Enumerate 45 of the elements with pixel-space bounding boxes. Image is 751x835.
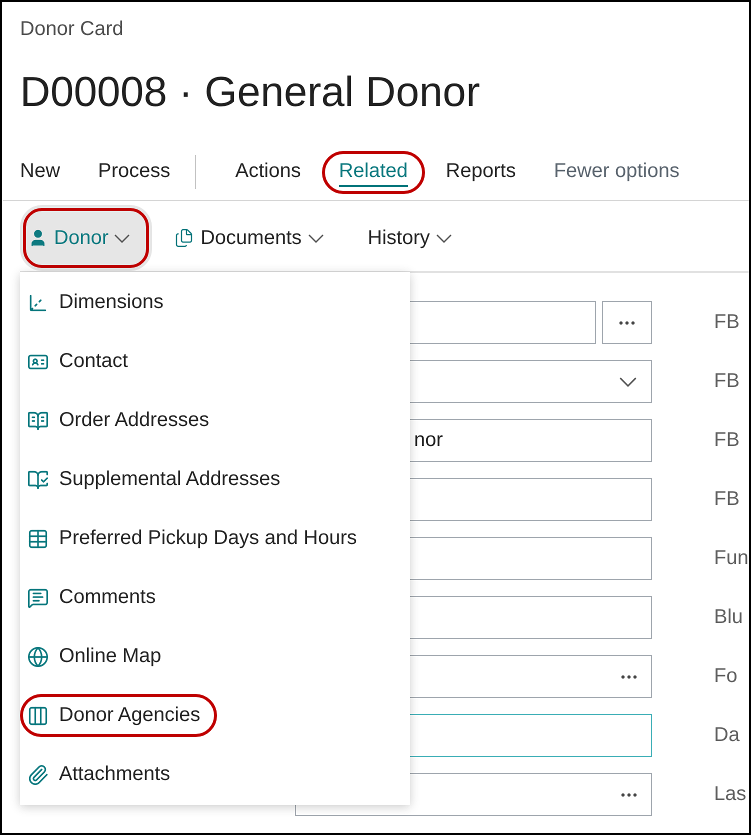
menu-item[interactable]: Supplemental Addresses <box>20 458 298 501</box>
lookup-button[interactable] <box>602 301 652 344</box>
chevron-down-icon <box>436 234 452 242</box>
more-icon[interactable] <box>621 674 637 678</box>
menu-button[interactable]: History <box>368 205 474 271</box>
menu-item[interactable]: Order Addresses <box>20 399 226 442</box>
breadcrumb: Donor Card <box>20 18 124 42</box>
comment-icon <box>27 586 49 608</box>
documents-icon <box>174 228 194 248</box>
book-icon <box>27 468 49 490</box>
menu-item[interactable]: Preferred Pickup Days and Hours <box>20 517 374 560</box>
menu-item[interactable]: Comments <box>20 576 173 619</box>
options-toggle[interactable]: Fewer options <box>536 150 696 194</box>
columns-icon <box>27 704 49 726</box>
action-tab[interactable]: Reports <box>428 150 533 194</box>
field-label: FB <box>713 429 741 452</box>
menu-button[interactable]: Donor <box>20 205 152 271</box>
field-label: FB <box>713 488 741 511</box>
menu-item[interactable]: Attachments <box>20 753 188 796</box>
menu-item[interactable]: Donor Agencies <box>20 694 218 737</box>
field-label: FB <box>713 311 741 334</box>
globe-icon <box>27 646 49 668</box>
more-icon[interactable] <box>621 792 637 796</box>
action-tab[interactable]: Process <box>81 150 188 194</box>
action-tab[interactable]: New <box>3 150 78 194</box>
more-icon <box>619 320 635 324</box>
menu-item[interactable]: Contact <box>20 340 145 383</box>
chevron-down-icon <box>308 234 324 242</box>
field-label: Blu <box>713 606 744 629</box>
menu-item[interactable]: Online Map <box>20 635 178 678</box>
field-label: Las <box>713 783 748 806</box>
field-label: Fo <box>713 665 738 688</box>
field-label: Fun <box>713 547 749 570</box>
field-label: FB <box>713 370 741 393</box>
paperclip-icon <box>27 764 49 786</box>
chevron-down-icon <box>114 234 130 242</box>
menu-item[interactable]: Dimensions <box>20 281 180 324</box>
grid-icon <box>27 528 49 550</box>
menu-button[interactable]: Documents <box>174 205 346 271</box>
action-tab[interactable]: Actions <box>218 150 318 194</box>
page-title: D00008 · General Donor <box>20 67 481 117</box>
action-tab[interactable]: Related <box>322 150 425 194</box>
book-icon <box>27 410 49 432</box>
field-label: Da <box>713 724 741 747</box>
chevron-down-icon <box>619 376 637 386</box>
